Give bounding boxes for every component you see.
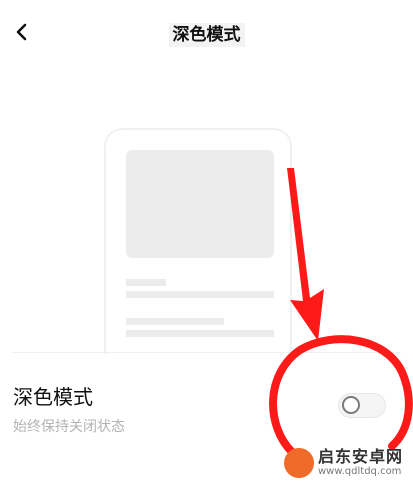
setting-title: 深色模式 bbox=[13, 385, 93, 409]
page-title-text: 深色模式 bbox=[168, 23, 245, 47]
watermark: 启东安卓网 www.qdltdq.com bbox=[284, 444, 410, 482]
header: 深色模式 bbox=[0, 0, 413, 70]
preview-line bbox=[126, 318, 224, 325]
page-title: 深色模式 bbox=[0, 20, 413, 47]
watermark-url: www.qdltdq.com bbox=[318, 466, 402, 477]
setting-subtitle: 始终保持关闭状态 bbox=[13, 419, 125, 435]
annotation-arrow bbox=[287, 168, 324, 341]
toggle-knob bbox=[342, 396, 360, 414]
preview-line bbox=[126, 330, 274, 337]
preview-image-placeholder bbox=[126, 150, 274, 258]
watermark-logo bbox=[284, 448, 314, 478]
preview-line bbox=[126, 291, 274, 298]
divider bbox=[12, 352, 401, 353]
dark-mode-toggle[interactable] bbox=[338, 393, 386, 418]
preview-line bbox=[126, 279, 166, 286]
watermark-title: 启东安卓网 bbox=[318, 447, 404, 466]
